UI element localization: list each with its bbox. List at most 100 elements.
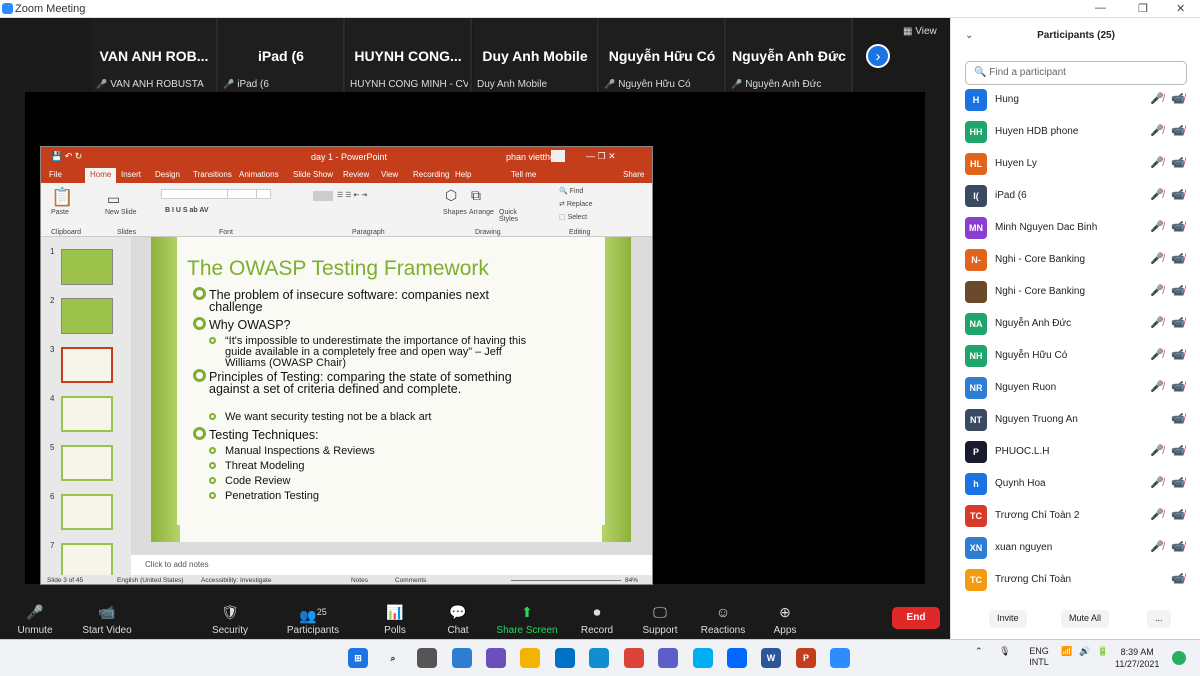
invite-button[interactable]: Invite bbox=[989, 610, 1027, 628]
end-meeting-button[interactable]: End bbox=[892, 607, 940, 629]
status-language[interactable]: English (United States) bbox=[117, 577, 183, 584]
paste-icon[interactable]: 📋 bbox=[51, 187, 73, 208]
participant-row[interactable]: TC Trương Chí Toàn 2 🎤̸ 📹̸ bbox=[951, 501, 1200, 533]
more-button[interactable]: ... bbox=[1147, 610, 1171, 628]
language-indicator[interactable]: ENG INTL bbox=[1027, 646, 1051, 668]
zoom-level[interactable]: 84% bbox=[625, 577, 638, 584]
minimize-icon[interactable]: — bbox=[1095, 2, 1106, 14]
participant-row[interactable]: NR Nguyen Ruon 🎤̸ 📹̸ bbox=[951, 373, 1200, 405]
participant-row[interactable]: MN Minh Nguyen Dac Binh 🎤̸ 📹̸ bbox=[951, 213, 1200, 245]
ribbon-tab[interactable]: Home bbox=[85, 168, 117, 183]
ribbon-tab[interactable]: Share bbox=[623, 170, 644, 179]
bullets-icon[interactable] bbox=[313, 191, 333, 201]
notes-pane[interactable]: Click to add notes bbox=[131, 555, 652, 575]
participant-row[interactable]: HL Huyen Ly 🎤̸ 📹̸ bbox=[951, 149, 1200, 181]
outlook-icon[interactable] bbox=[555, 648, 575, 668]
slide-thumbnail[interactable] bbox=[61, 396, 113, 432]
participant-row[interactable]: XN xuan nguyen 🎤̸ 📹̸ bbox=[951, 533, 1200, 565]
new-slide-button[interactable]: New Slide bbox=[105, 209, 137, 216]
zalo-icon[interactable] bbox=[727, 648, 747, 668]
file-explorer-icon[interactable] bbox=[520, 648, 540, 668]
search-icon[interactable]: ⌕ bbox=[383, 648, 403, 668]
shapes-button[interactable]: Shapes bbox=[443, 209, 467, 216]
clock[interactable]: 8:39 AM 11/27/2021 bbox=[1115, 646, 1159, 670]
toolbar-apps-button[interactable]: ⊕ Apps bbox=[750, 603, 820, 636]
word-icon[interactable]: W bbox=[761, 648, 781, 668]
toolbar-chat-button[interactable]: 💬 Chat bbox=[423, 603, 493, 636]
toolbar-reactions-button[interactable]: ☺ Reactions bbox=[688, 603, 758, 636]
skype-icon[interactable] bbox=[693, 648, 713, 668]
ribbon-tab[interactable]: Transitions bbox=[193, 170, 232, 179]
comments-toggle[interactable]: Comments bbox=[395, 577, 426, 584]
microphone-icon[interactable]: 🎙 bbox=[999, 646, 1010, 656]
zoom-icon[interactable] bbox=[830, 648, 850, 668]
replace-button[interactable]: ⇄ Replace bbox=[559, 200, 593, 208]
arrange-icon[interactable]: ⧉ bbox=[471, 187, 481, 204]
participant-row[interactable]: TC Trương Chí Toàn 📹̸ bbox=[951, 565, 1200, 597]
participant-row[interactable]: NH Nguyễn Hữu Có 🎤̸ 📹̸ bbox=[951, 341, 1200, 373]
paste-button[interactable]: Paste bbox=[51, 209, 69, 216]
slide-thumbnail[interactable] bbox=[61, 543, 113, 579]
edge-icon[interactable] bbox=[589, 648, 609, 668]
toolbar-support-button[interactable]: 🖵 Support bbox=[625, 603, 695, 636]
status-accessibility[interactable]: Accessibility: Investigate bbox=[201, 577, 271, 584]
participant-row[interactable]: I(iPad (6 🎤̸ 📹̸ bbox=[951, 181, 1200, 213]
zoom-slider[interactable] bbox=[511, 580, 621, 581]
widgets-icon[interactable] bbox=[452, 648, 472, 668]
ribbon-tab[interactable]: View bbox=[381, 170, 398, 179]
wifi-icon[interactable]: 📶 bbox=[1061, 646, 1072, 657]
participant-row[interactable]: N- Nghi - Core Banking 🎤̸ 📹̸ bbox=[951, 245, 1200, 277]
font-size-select[interactable] bbox=[227, 189, 257, 199]
ribbon-tab[interactable]: Review bbox=[343, 170, 369, 179]
notification-icon[interactable] bbox=[1172, 651, 1186, 665]
select-button[interactable]: ⬚ Select bbox=[559, 213, 587, 221]
chrome-icon[interactable] bbox=[624, 648, 644, 668]
view-button[interactable]: ▦ View bbox=[903, 26, 937, 37]
toolbar-polls-button[interactable]: 📊 Polls bbox=[360, 603, 430, 636]
save-icon[interactable]: 💾 ↶ ↻ bbox=[51, 151, 82, 162]
participant-row[interactable]: Nghi - Core Banking 🎤̸ 📹̸ bbox=[951, 277, 1200, 309]
video-thumbnail[interactable]: Duy Anh Mobile Duy Anh Mobile bbox=[473, 18, 599, 92]
toolbar-start-video-button[interactable]: 📹 Start Video bbox=[72, 603, 142, 636]
new-slide-icon[interactable]: ▭ bbox=[107, 191, 120, 208]
start-icon[interactable]: ⊞ bbox=[348, 648, 368, 668]
participant-row[interactable]: h Quynh Hoa 🎤̸ 📹̸ bbox=[951, 469, 1200, 501]
toolbar-record-button[interactable]: ⏺ Record bbox=[562, 603, 632, 636]
ribbon-tab[interactable]: Insert bbox=[121, 170, 141, 179]
slide-thumbnail[interactable] bbox=[61, 445, 113, 481]
participant-row[interactable]: NT Nguyen Truong An 📹̸ bbox=[951, 405, 1200, 437]
participant-search-input[interactable]: 🔍 Find a participant bbox=[965, 61, 1187, 85]
mute-all-button[interactable]: Mute All bbox=[1061, 610, 1110, 628]
participant-row[interactable]: H Hung 🎤̸ 📹̸ bbox=[951, 85, 1200, 117]
maximize-icon[interactable]: ❐ bbox=[1138, 2, 1148, 15]
user-avatar[interactable] bbox=[551, 150, 565, 162]
toolbar-share-screen-button[interactable]: ⬆ Share Screen bbox=[492, 603, 562, 636]
arrange-button[interactable]: Arrange bbox=[469, 209, 494, 216]
participant-row[interactable]: NA Nguyễn Anh Đức 🎤̸ 📹̸ bbox=[951, 309, 1200, 341]
slide-thumbnail[interactable] bbox=[61, 494, 113, 530]
task-view-icon[interactable] bbox=[417, 648, 437, 668]
quick-styles-button[interactable]: Quick Styles bbox=[499, 209, 521, 223]
toolbar-unmute-button[interactable]: 🎤 Unmute bbox=[0, 603, 70, 636]
notes-toggle[interactable]: Notes bbox=[351, 577, 368, 584]
slide-thumbnail[interactable] bbox=[61, 249, 113, 285]
ribbon-tab[interactable]: Recording bbox=[413, 170, 449, 179]
teams-icon[interactable] bbox=[658, 648, 678, 668]
slide-thumbnail[interactable] bbox=[61, 347, 113, 383]
video-thumbnail[interactable]: HUYNH CONG... HUYNH CONG MINH - CV... bbox=[346, 18, 472, 92]
ribbon-tab[interactable]: Help bbox=[455, 170, 471, 179]
video-thumbnail[interactable]: iPad (6 🎤 iPad (6 bbox=[219, 18, 345, 92]
font-format-buttons[interactable]: B I U S ab AV bbox=[165, 207, 209, 214]
ribbon-tab[interactable]: Animations bbox=[239, 170, 279, 179]
powerpoint-icon[interactable]: P bbox=[796, 648, 816, 668]
slide-thumbnail[interactable] bbox=[61, 298, 113, 334]
shapes-icon[interactable]: ⬡ bbox=[445, 187, 457, 204]
chevron-up-icon[interactable]: ⌃ bbox=[975, 646, 983, 656]
ribbon-tab[interactable]: Slide Show bbox=[293, 170, 333, 179]
close-icon[interactable]: ✕ bbox=[1176, 2, 1185, 15]
battery-icon[interactable]: 🔋 bbox=[1097, 646, 1108, 657]
volume-icon[interactable]: 🔊 bbox=[1079, 646, 1090, 657]
toolbar-security-button[interactable]: 🛡 Security bbox=[195, 603, 265, 636]
ribbon-tab[interactable]: Tell me bbox=[511, 170, 536, 179]
find-button[interactable]: 🔍 Find bbox=[559, 187, 583, 195]
